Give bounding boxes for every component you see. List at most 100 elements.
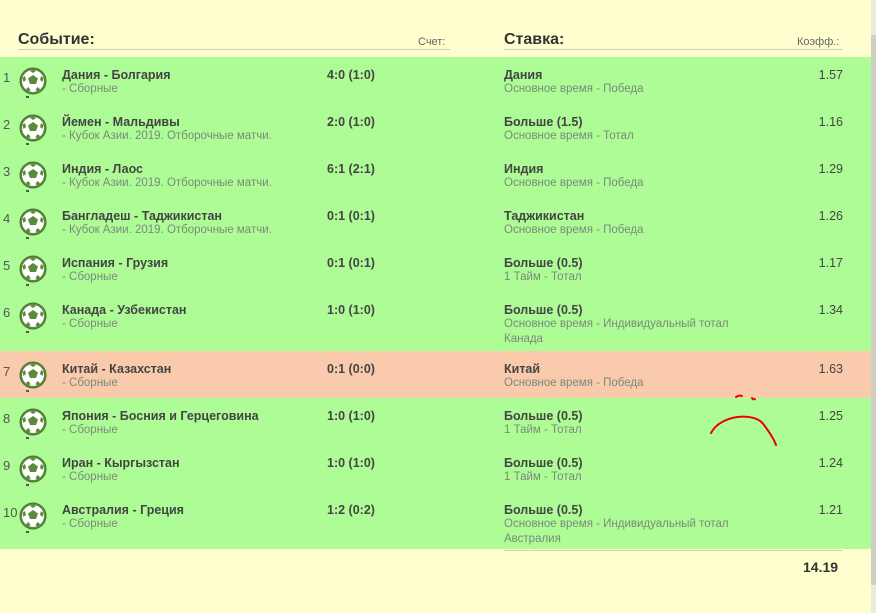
bet-odds: 1.17 — [818, 256, 843, 270]
bet-selection: Таджикистан — [504, 209, 585, 223]
event-league: - Сборные — [62, 377, 118, 389]
event-teams: Йемен - Мальдивы — [62, 115, 180, 129]
bet-column-header: Ставка: — [504, 31, 565, 48]
match-score: 4:0 (1:0) — [327, 68, 375, 82]
table-row[interactable]: 4 Бангладеш - Таджикистан - Кубок Азии. 20… — [0, 198, 871, 245]
bet-market: 1 Тайм - Тотал — [504, 271, 582, 283]
event-league: - Сборные — [62, 83, 118, 95]
soccer-ball-icon — [19, 455, 47, 486]
table-row[interactable]: 10 Австралия - Греция - Сборные 1:2 (0:2) Бо… — [0, 492, 871, 551]
bet-market-subject: Канада — [504, 333, 543, 345]
bet-market-subject: Австралия — [504, 533, 561, 545]
soccer-ball-icon — [19, 361, 47, 392]
event-league: - Сборные — [62, 424, 118, 436]
row-number: 9 — [3, 458, 11, 473]
event-teams: Канада - Узбекистан — [62, 303, 187, 317]
event-teams: Австралия - Греция — [62, 503, 184, 517]
bet-odds: 1.21 — [818, 503, 843, 517]
match-score: 1:0 (1:0) — [327, 456, 375, 470]
bet-selection: Больше (0.5) — [504, 503, 583, 517]
bet-selection: Индия — [504, 162, 544, 176]
soccer-ball-icon — [19, 302, 47, 333]
soccer-ball-icon — [19, 502, 47, 533]
row-number: 3 — [3, 164, 11, 179]
match-score: 2:0 (1:0) — [327, 115, 375, 129]
bet-market: Основное время - Индивидуальный тотал — [504, 518, 729, 530]
table-row[interactable]: 3 Индия - Лаос - Кубок Азии. 2019. Отбороч… — [0, 151, 871, 198]
bet-market: Основное время - Тотал — [504, 130, 634, 142]
sad-face-doodle — [710, 394, 777, 446]
table-row[interactable]: 6 Канада - Узбекистан - Сборные 1:0 (1:0) Бо… — [0, 292, 871, 351]
event-league: - Сборные — [62, 318, 118, 330]
table-row[interactable]: 5 Испания - Грузия - Сборные 0:1 (0:1) Больш… — [0, 245, 871, 292]
bet-market: 1 Тайм - Тотал — [504, 471, 582, 483]
match-score: 1:2 (0:2) — [327, 503, 375, 517]
match-score: 6:1 (2:1) — [327, 162, 375, 176]
row-number: 2 — [3, 117, 11, 132]
event-column-header: Событие: — [18, 31, 95, 48]
bet-odds: 1.16 — [818, 115, 843, 129]
soccer-ball-icon — [19, 67, 47, 98]
match-score: 0:1 (0:0) — [327, 362, 375, 376]
event-league: - Кубок Азии. 2019. Отборочные матчи. — [62, 224, 272, 236]
bet-selection: Дания — [504, 68, 543, 82]
bet-selection: Больше (0.5) — [504, 303, 583, 317]
bet-odds: 1.29 — [818, 162, 843, 176]
scrollbar-thumb[interactable] — [871, 35, 876, 585]
bet-selection: Больше (0.5) — [504, 256, 583, 270]
row-number: 6 — [3, 305, 11, 320]
bet-odds: 1.34 — [818, 303, 843, 317]
bet-odds: 1.26 — [818, 209, 843, 223]
row-number: 7 — [3, 364, 11, 379]
event-teams: Китай - Казахстан — [62, 362, 172, 376]
bet-market: Основное время - Победа — [504, 177, 644, 189]
event-league: - Сборные — [62, 471, 118, 483]
table-row[interactable]: 2 Йемен - Мальдивы - Кубок Азии. 2019. Отб… — [0, 104, 871, 151]
event-league: - Кубок Азии. 2019. Отборочные матчи. — [62, 177, 272, 189]
event-teams: Иран - Кыргызстан — [62, 456, 180, 470]
row-number: 5 — [3, 258, 11, 273]
soccer-ball-icon — [19, 161, 47, 192]
total-divider — [504, 550, 843, 551]
bet-selection: Больше (0.5) — [504, 456, 583, 470]
odds-column-header: Коэфф.: — [797, 36, 840, 48]
bet-odds: 1.63 — [818, 362, 843, 376]
header-divider — [18, 49, 450, 50]
bet-selection: Китай — [504, 362, 541, 376]
row-number: 10 — [3, 505, 18, 520]
soccer-ball-icon — [19, 208, 47, 239]
match-score: 1:0 (1:0) — [327, 409, 375, 423]
bet-market: Основное время - Победа — [504, 377, 644, 389]
row-number: 1 — [3, 70, 11, 85]
match-score: 0:1 (0:1) — [327, 209, 375, 223]
match-score: 0:1 (0:1) — [327, 256, 375, 270]
bet-market: Основное время - Победа — [504, 224, 644, 236]
table-row[interactable]: 1 Дания - Болгария - Сборные 4:0 (1:0) Дания… — [0, 57, 871, 104]
soccer-ball-icon — [19, 255, 47, 286]
total-odds: 14.19 — [803, 559, 839, 575]
match-score: 1:0 (1:0) — [327, 303, 375, 317]
event-teams: Дания - Болгария — [62, 68, 171, 82]
header-divider — [504, 49, 843, 50]
bet-selection: Больше (1.5) — [504, 115, 583, 129]
bet-odds: 1.24 — [818, 456, 843, 470]
table-header: Событие: Счет: Ставка: Коэфф.: — [0, 0, 876, 57]
event-league: - Кубок Азии. 2019. Отборочные матчи. — [62, 130, 272, 142]
soccer-ball-icon — [19, 408, 47, 439]
event-teams: Индия - Лаос — [62, 162, 144, 176]
bet-odds: 1.25 — [818, 409, 843, 423]
row-number: 4 — [3, 211, 11, 226]
bet-selection: Больше (0.5) — [504, 409, 583, 423]
row-number: 8 — [3, 411, 11, 426]
event-teams: Испания - Грузия — [62, 256, 169, 270]
event-league: - Сборные — [62, 271, 118, 283]
bet-market: 1 Тайм - Тотал — [504, 424, 582, 436]
event-league: - Сборные — [62, 518, 118, 530]
event-teams: Япония - Босния и Герцеговина — [62, 409, 259, 423]
score-column-header: Счет: — [418, 36, 446, 48]
soccer-ball-icon — [19, 114, 47, 145]
event-teams: Бангладеш - Таджикистан — [62, 209, 222, 223]
bet-market: Основное время - Индивидуальный тотал — [504, 318, 729, 330]
bet-market: Основное время - Победа — [504, 83, 644, 95]
bet-slip-list: 1 Дания - Болгария - Сборные 4:0 (1:0) Дания… — [0, 57, 871, 549]
